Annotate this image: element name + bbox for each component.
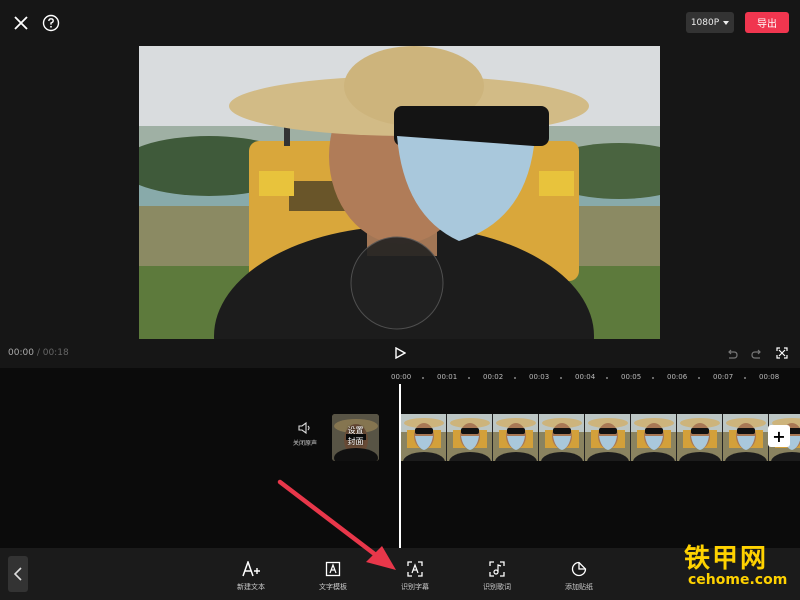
clip-thumbnail	[723, 414, 769, 461]
time-separator: /	[36, 348, 40, 358]
ruler-label: 00:06	[667, 373, 688, 381]
ruler-dot	[652, 377, 654, 379]
speaker-icon	[298, 422, 310, 434]
resolution-dropdown[interactable]: 1080P	[686, 12, 734, 33]
ruler-label: 00:02	[483, 373, 504, 381]
add-clip-button[interactable]: +	[768, 425, 790, 447]
current-time: 00:00	[8, 348, 34, 358]
ruler-dot	[560, 377, 562, 379]
ruler-label: 00:01	[437, 373, 458, 381]
tool-new-text[interactable]: 新建文本	[221, 560, 281, 596]
ruler-label: 00:08	[759, 373, 780, 381]
set-cover-button[interactable]: 设置 封面	[332, 414, 379, 461]
ruler-dot	[422, 377, 424, 379]
set-cover-label: 设置 封面	[347, 426, 364, 446]
clip-thumbnail	[677, 414, 723, 461]
clip-thumbnail	[401, 414, 447, 461]
cehome-watermark: 铁甲网 cehome.com	[682, 538, 794, 596]
tool-recognize-lyrics[interactable]: 识别歌词	[467, 560, 527, 596]
clip-thumbnail	[539, 414, 585, 461]
fullscreen-icon[interactable]	[776, 347, 788, 359]
tool-label: 识别字幕	[401, 583, 429, 591]
clip-thumbnail	[493, 414, 539, 461]
export-button[interactable]: 导出	[745, 12, 789, 33]
add-text-icon	[242, 561, 260, 577]
help-icon[interactable]	[40, 12, 62, 34]
ruler-label: 00:00	[391, 373, 412, 381]
ruler-dot	[698, 377, 700, 379]
watermark-sub: cehome.com	[688, 572, 788, 588]
clip-thumbnail	[447, 414, 493, 461]
back-button[interactable]	[8, 556, 28, 592]
video-clip-track[interactable]	[401, 414, 800, 461]
caption-recognize-icon	[407, 561, 423, 577]
undo-icon[interactable]	[725, 347, 739, 361]
ruler-label: 00:03	[529, 373, 550, 381]
tool-recognize-captions[interactable]: 识别字幕	[385, 560, 445, 596]
ruler-label: 00:04	[575, 373, 596, 381]
tool-label: 文字模板	[319, 583, 347, 591]
tool-label: 新建文本	[237, 583, 265, 591]
time-display: 00:00 / 00:18	[8, 348, 69, 358]
ruler-dot	[514, 377, 516, 379]
mute-original-audio-label: 关闭原声	[292, 440, 317, 447]
tool-text-template[interactable]: 文字模板	[303, 560, 363, 596]
ruler-dot	[744, 377, 746, 379]
resolution-label: 1080P	[690, 17, 720, 28]
tool-label: 识别歌词	[483, 583, 511, 591]
video-preview[interactable]	[139, 46, 660, 339]
ruler-label: 00:05	[621, 373, 642, 381]
tool-add-sticker[interactable]: 添加贴纸	[549, 560, 609, 596]
redo-icon[interactable]	[750, 347, 764, 361]
total-time: 00:18	[42, 348, 69, 358]
play-icon[interactable]	[393, 346, 407, 360]
ruler-label: 00:07	[713, 373, 734, 381]
chevron-left-icon	[14, 567, 22, 581]
ruler-dot	[606, 377, 608, 379]
playhead[interactable]	[399, 384, 401, 550]
close-icon[interactable]	[10, 12, 32, 34]
ruler-dot	[468, 377, 470, 379]
tool-label: 添加贴纸	[565, 583, 593, 591]
watermark-main: 铁甲网	[684, 544, 769, 574]
clip-thumbnail	[585, 414, 631, 461]
clip-thumbnail	[631, 414, 677, 461]
lyrics-recognize-icon	[489, 561, 505, 577]
text-template-icon	[325, 561, 341, 577]
mute-original-audio-toggle[interactable]: 关闭原声	[290, 422, 320, 452]
caret-down-icon	[723, 20, 730, 25]
sticker-icon	[571, 561, 587, 577]
